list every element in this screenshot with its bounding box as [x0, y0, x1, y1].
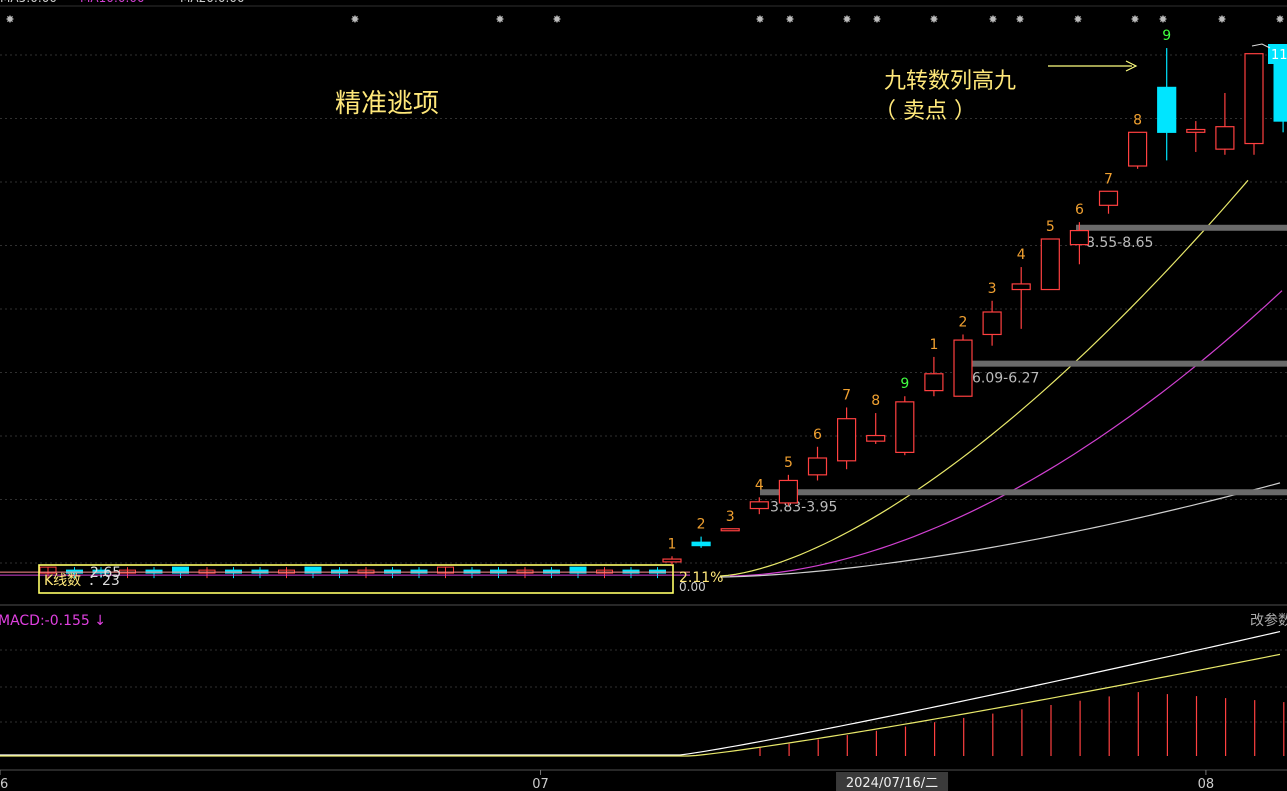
event-marker: ✸	[929, 13, 938, 26]
count-label: 7	[1104, 171, 1113, 187]
event-markers: ✸ ✸ ✸ ✸ ✸ ✸ ✸ ✸ ✸ ✸ ✸ ✸ ✸ ✸ ✸ ✸	[5, 13, 1284, 26]
param-label: 改参数	[1250, 612, 1287, 629]
support-band	[962, 360, 1287, 367]
support-band-label: 6.09-6.27	[972, 371, 1039, 387]
count-label: 1	[929, 337, 938, 353]
event-marker: ✸	[988, 13, 997, 26]
candle-body	[1186, 128, 1206, 133]
candle-body	[807, 457, 828, 476]
event-marker: ✸	[1158, 13, 1167, 26]
count-label: 3	[988, 281, 997, 297]
grid-lines: MA5:0.00 MA10:0.00 MA20:0.00	[0, 0, 1287, 771]
count-label: 8	[871, 393, 880, 409]
annotation-labels: 0607082024/07/16/二精准逃项九转数列高九（ 卖点 ）11	[0, 43, 1287, 791]
support-band	[1076, 224, 1287, 231]
right-title: 九转数列高九	[884, 69, 1016, 94]
candle-body	[866, 434, 886, 442]
candle-body	[1215, 126, 1235, 150]
count-label: 2	[959, 314, 968, 330]
box-label-prefix: K线数	[44, 573, 81, 589]
x-tick-label: 07	[532, 777, 549, 791]
event-marker: ✸	[1217, 13, 1226, 26]
event-marker: ✸	[842, 13, 851, 26]
candle-body	[1127, 131, 1148, 167]
left-title: 精准逃项	[335, 89, 439, 119]
event-marker: ✸	[1015, 13, 1024, 26]
support-bands: 3.83-3.956.09-6.278.55-8.65	[760, 224, 1287, 515]
count-label: 9	[1162, 28, 1171, 44]
top-right-label: 11	[1271, 48, 1287, 63]
event-marker: ✸	[350, 13, 359, 26]
event-marker: ✸	[785, 13, 794, 26]
event-marker: ✸	[1275, 13, 1284, 26]
event-marker: ✸	[1130, 13, 1139, 26]
dea-line	[0, 653, 1281, 757]
low-price: 0.00	[679, 580, 706, 594]
event-marker: ✸	[755, 13, 764, 26]
candle-body	[924, 373, 944, 392]
event-marker: ✸	[552, 13, 561, 26]
candle-body	[1244, 53, 1264, 145]
event-marker: ✸	[1073, 13, 1082, 26]
moving-average-lines	[0, 179, 1283, 757]
kline-chart[interactable]: MA5:0.00MA10:0.00MA20:0.00 ✸✸✸✸✸✸✸✸✸✸✸✸✸…	[0, 0, 1287, 791]
cursor-date: 2024/07/16/二	[846, 776, 938, 791]
candle-body	[778, 479, 799, 504]
count-label: 9	[900, 376, 909, 392]
candle-body	[1040, 238, 1060, 291]
macd-panel: MACD:-0.155 ↓ 改参数	[0, 612, 1287, 756]
event-marker: ✸	[495, 13, 504, 26]
candle-body	[662, 558, 682, 563]
event-marker: ✸	[872, 13, 881, 26]
count-label: 6	[1075, 202, 1084, 218]
support-band-label: 8.55-8.65	[1086, 235, 1153, 251]
event-marker: ✸	[5, 13, 14, 26]
count-label: 4	[755, 477, 764, 493]
count-label: 3	[726, 509, 735, 525]
macd-label: MACD:-0.155 ↓	[0, 613, 106, 629]
candle-body	[720, 528, 740, 532]
x-tick-label: 06	[0, 777, 8, 791]
count-label: 6	[813, 427, 822, 443]
candle-body	[836, 418, 857, 462]
count-label: 2	[697, 517, 706, 533]
candle-body	[895, 401, 915, 453]
consolidation-candles: K线数 ：232.65 2.11%0.00	[0, 564, 723, 594]
ma-header-label: MA10:0.00	[80, 0, 145, 5]
right-subtitle: （ 卖点 ）	[874, 99, 976, 124]
candle-body	[691, 541, 711, 547]
ma-header-label: MA20:0.00	[180, 0, 245, 5]
ma-header-label: MA5:0.00	[0, 0, 57, 5]
candle-body	[953, 339, 973, 397]
count-label: 4	[1017, 247, 1026, 263]
candle-body	[1069, 229, 1090, 246]
x-tick-label: 08	[1198, 777, 1215, 791]
candle-body	[1157, 86, 1177, 133]
count-label: 5	[784, 455, 793, 471]
candle-body	[1098, 190, 1119, 206]
candle-body	[749, 501, 769, 510]
box-price: 2.65	[90, 565, 121, 581]
count-label: 5	[1046, 219, 1055, 235]
top-right-pointer	[1251, 43, 1271, 49]
count-label: 7	[842, 387, 851, 403]
count-label: 1	[668, 536, 677, 552]
support-band	[760, 489, 1287, 496]
candle-body	[1011, 283, 1031, 291]
count-label: 8	[1133, 112, 1142, 128]
candle-body	[982, 311, 1002, 336]
